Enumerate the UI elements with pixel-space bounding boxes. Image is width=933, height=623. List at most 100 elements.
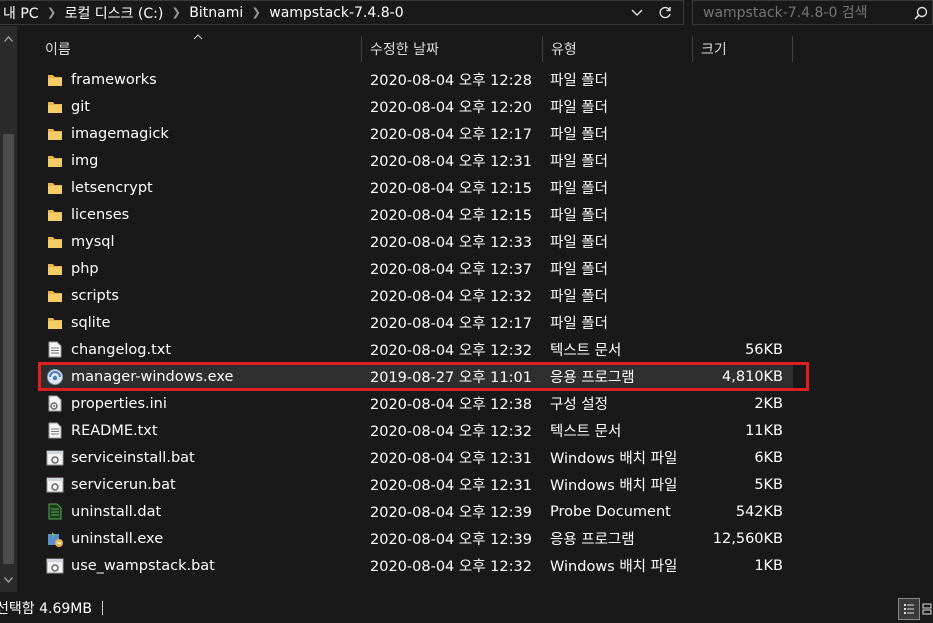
file-type: Windows 배치 파일 xyxy=(550,451,678,467)
installer-exe-icon xyxy=(46,525,64,552)
column-size-label: 크기 xyxy=(701,42,727,58)
folder-row[interactable]: img 2020-08-04 오후 12:31 파일 폴더 xyxy=(38,147,793,174)
breadcrumb-bitnami[interactable]: Bitnami xyxy=(185,1,247,24)
file-name: sqlite xyxy=(71,314,111,331)
text-file-icon xyxy=(46,336,64,363)
breadcrumb-this-pc[interactable]: 내 PC xyxy=(0,1,43,24)
breadcrumb-wampstack[interactable]: wampstack-7.4.8-0 xyxy=(265,1,407,24)
file-type: 파일 폴더 xyxy=(550,316,608,332)
folder-icon xyxy=(46,309,64,336)
file-size xyxy=(692,147,783,174)
file-size xyxy=(692,120,783,147)
file-date: 2020-08-04 오후 12:31 xyxy=(370,154,532,170)
folder-row[interactable]: scripts 2020-08-04 오후 12:32 파일 폴더 xyxy=(38,282,793,309)
file-row[interactable]: uninstall.exe 2020-08-04 오후 12:39 응용 프로그램 1… xyxy=(38,525,793,552)
column-header: 이름 수정한 날짜 유형 크기 xyxy=(17,32,933,66)
file-name: imagemagick xyxy=(71,125,169,142)
breadcrumb[interactable]: 내 PC ❯ 로컬 디스크 (C:) ❯ Bitnami ❯ wampstack… xyxy=(0,0,684,25)
file-date: 2020-08-04 오후 12:38 xyxy=(370,397,532,413)
file-row[interactable]: manager-windows.exe 2019-08-27 오후 11:01 응용… xyxy=(38,363,793,390)
search-input[interactable] xyxy=(693,4,908,21)
scroll-down-icon[interactable] xyxy=(0,571,17,588)
file-date: 2020-08-04 오후 12:39 xyxy=(370,532,532,548)
batch-file-icon xyxy=(46,471,64,498)
column-type[interactable]: 유형 xyxy=(543,32,693,66)
navigation-pane-scrollbar[interactable] xyxy=(0,26,17,592)
folder-row[interactable]: sqlite 2020-08-04 오후 12:17 파일 폴더 xyxy=(38,309,793,336)
column-divider[interactable] xyxy=(792,36,793,62)
file-date: 2020-08-04 오후 12:33 xyxy=(370,235,532,251)
file-name: mysql xyxy=(71,233,115,250)
text-file-icon xyxy=(46,417,64,444)
file-type: 파일 폴더 xyxy=(550,289,608,305)
folder-icon xyxy=(46,66,64,93)
file-date: 2020-08-04 오후 12:32 xyxy=(370,559,532,575)
folder-icon xyxy=(46,120,64,147)
batch-file-icon xyxy=(46,552,64,579)
chevron-down-icon[interactable] xyxy=(627,1,647,24)
file-size: 6KB xyxy=(754,449,783,466)
file-type: 파일 폴더 xyxy=(550,73,608,89)
file-row[interactable]: README.txt 2020-08-04 오후 12:32 텍스트 문서 11KB xyxy=(38,417,793,444)
column-name[interactable]: 이름 xyxy=(17,32,362,66)
file-size xyxy=(692,201,783,228)
details-view-button[interactable] xyxy=(898,598,920,620)
column-date[interactable]: 수정한 날짜 xyxy=(362,32,543,66)
file-row[interactable]: serviceinstall.bat 2020-08-04 오후 12:31 Win… xyxy=(38,444,793,471)
search-box[interactable] xyxy=(692,0,933,25)
file-date: 2020-08-04 오후 12:17 xyxy=(370,127,532,143)
file-name: README.txt xyxy=(71,422,158,439)
search-icon[interactable] xyxy=(914,6,928,20)
file-row[interactable]: properties.ini 2020-08-04 오후 12:38 구성 설정 2K… xyxy=(38,390,793,417)
chevron-right-icon[interactable]: ❯ xyxy=(247,1,265,24)
file-size xyxy=(692,93,783,120)
folder-row[interactable]: git 2020-08-04 오후 12:20 파일 폴더 xyxy=(38,93,793,120)
folder-row[interactable]: frameworks 2020-08-04 오후 12:28 파일 폴더 xyxy=(38,66,793,93)
file-type: 파일 폴더 xyxy=(550,127,608,143)
large-icons-view-button[interactable] xyxy=(922,598,933,620)
folder-icon xyxy=(46,228,64,255)
column-size[interactable]: 크기 xyxy=(693,32,793,66)
file-size: 56KB xyxy=(745,341,783,358)
file-row[interactable]: servicerun.bat 2020-08-04 오후 12:31 Windows… xyxy=(38,471,793,498)
file-size xyxy=(692,228,783,255)
address-bar: 내 PC ❯ 로컬 디스크 (C:) ❯ Bitnami ❯ wampstack… xyxy=(0,0,933,26)
file-type: Windows 배치 파일 xyxy=(550,478,678,494)
folder-icon xyxy=(46,147,64,174)
folder-row[interactable]: licenses 2020-08-04 오후 12:15 파일 폴더 xyxy=(38,201,793,228)
scrollbar-thumb[interactable] xyxy=(3,134,14,564)
file-date: 2020-08-04 오후 12:28 xyxy=(370,73,532,89)
batch-file-icon xyxy=(46,444,64,471)
file-date: 2020-08-04 오후 12:15 xyxy=(370,181,532,197)
file-row[interactable]: use_wampstack.bat 2020-08-04 오후 12:32 Wind… xyxy=(38,552,793,579)
file-date: 2020-08-04 오후 12:32 xyxy=(370,343,532,359)
refresh-icon[interactable] xyxy=(651,1,679,24)
file-date: 2020-08-04 오후 12:15 xyxy=(370,208,532,224)
app-exe-icon xyxy=(46,363,64,390)
data-file-icon xyxy=(46,498,64,525)
scroll-up-icon[interactable] xyxy=(0,30,17,47)
breadcrumb-local-disk[interactable]: 로컬 디스크 (C:) xyxy=(61,1,168,24)
folder-row[interactable]: imagemagick 2020-08-04 오후 12:17 파일 폴더 xyxy=(38,120,793,147)
file-name: img xyxy=(71,152,99,169)
column-type-label: 유형 xyxy=(551,42,577,58)
file-date: 2020-08-04 오후 12:32 xyxy=(370,289,532,305)
file-row[interactable]: changelog.txt 2020-08-04 오후 12:32 텍스트 문서 56… xyxy=(38,336,793,363)
chevron-right-icon[interactable]: ❯ xyxy=(43,1,61,24)
folder-row[interactable]: letsencrypt 2020-08-04 오후 12:15 파일 폴더 xyxy=(38,174,793,201)
file-row[interactable]: uninstall.dat 2020-08-04 오후 12:39 Probe Do… xyxy=(38,498,793,525)
folder-row[interactable]: mysql 2020-08-04 오후 12:33 파일 폴더 xyxy=(38,228,793,255)
file-name: licenses xyxy=(71,206,130,223)
file-type: 파일 폴더 xyxy=(550,181,608,197)
file-type: 파일 폴더 xyxy=(550,208,608,224)
chevron-right-icon[interactable]: ❯ xyxy=(167,1,185,24)
file-size xyxy=(692,309,783,336)
file-size: 4,810KB xyxy=(722,368,783,385)
column-name-label: 이름 xyxy=(45,42,71,58)
file-name: servicerun.bat xyxy=(71,476,176,493)
file-size xyxy=(692,66,783,93)
file-size: 5KB xyxy=(754,476,783,493)
folder-row[interactable]: php 2020-08-04 오후 12:37 파일 폴더 xyxy=(38,255,793,282)
file-type: 응용 프로그램 xyxy=(550,532,635,548)
folder-icon xyxy=(46,255,64,282)
